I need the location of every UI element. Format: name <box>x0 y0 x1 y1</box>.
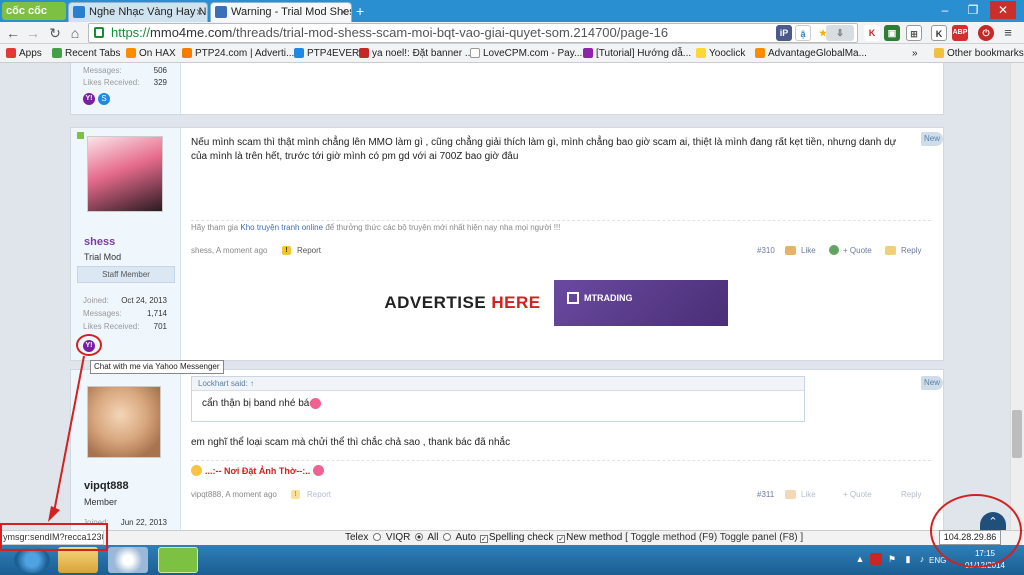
annotation-circle-ip <box>930 494 1022 568</box>
annotation-arrow <box>48 355 85 522</box>
annotation-box-status <box>0 523 108 551</box>
